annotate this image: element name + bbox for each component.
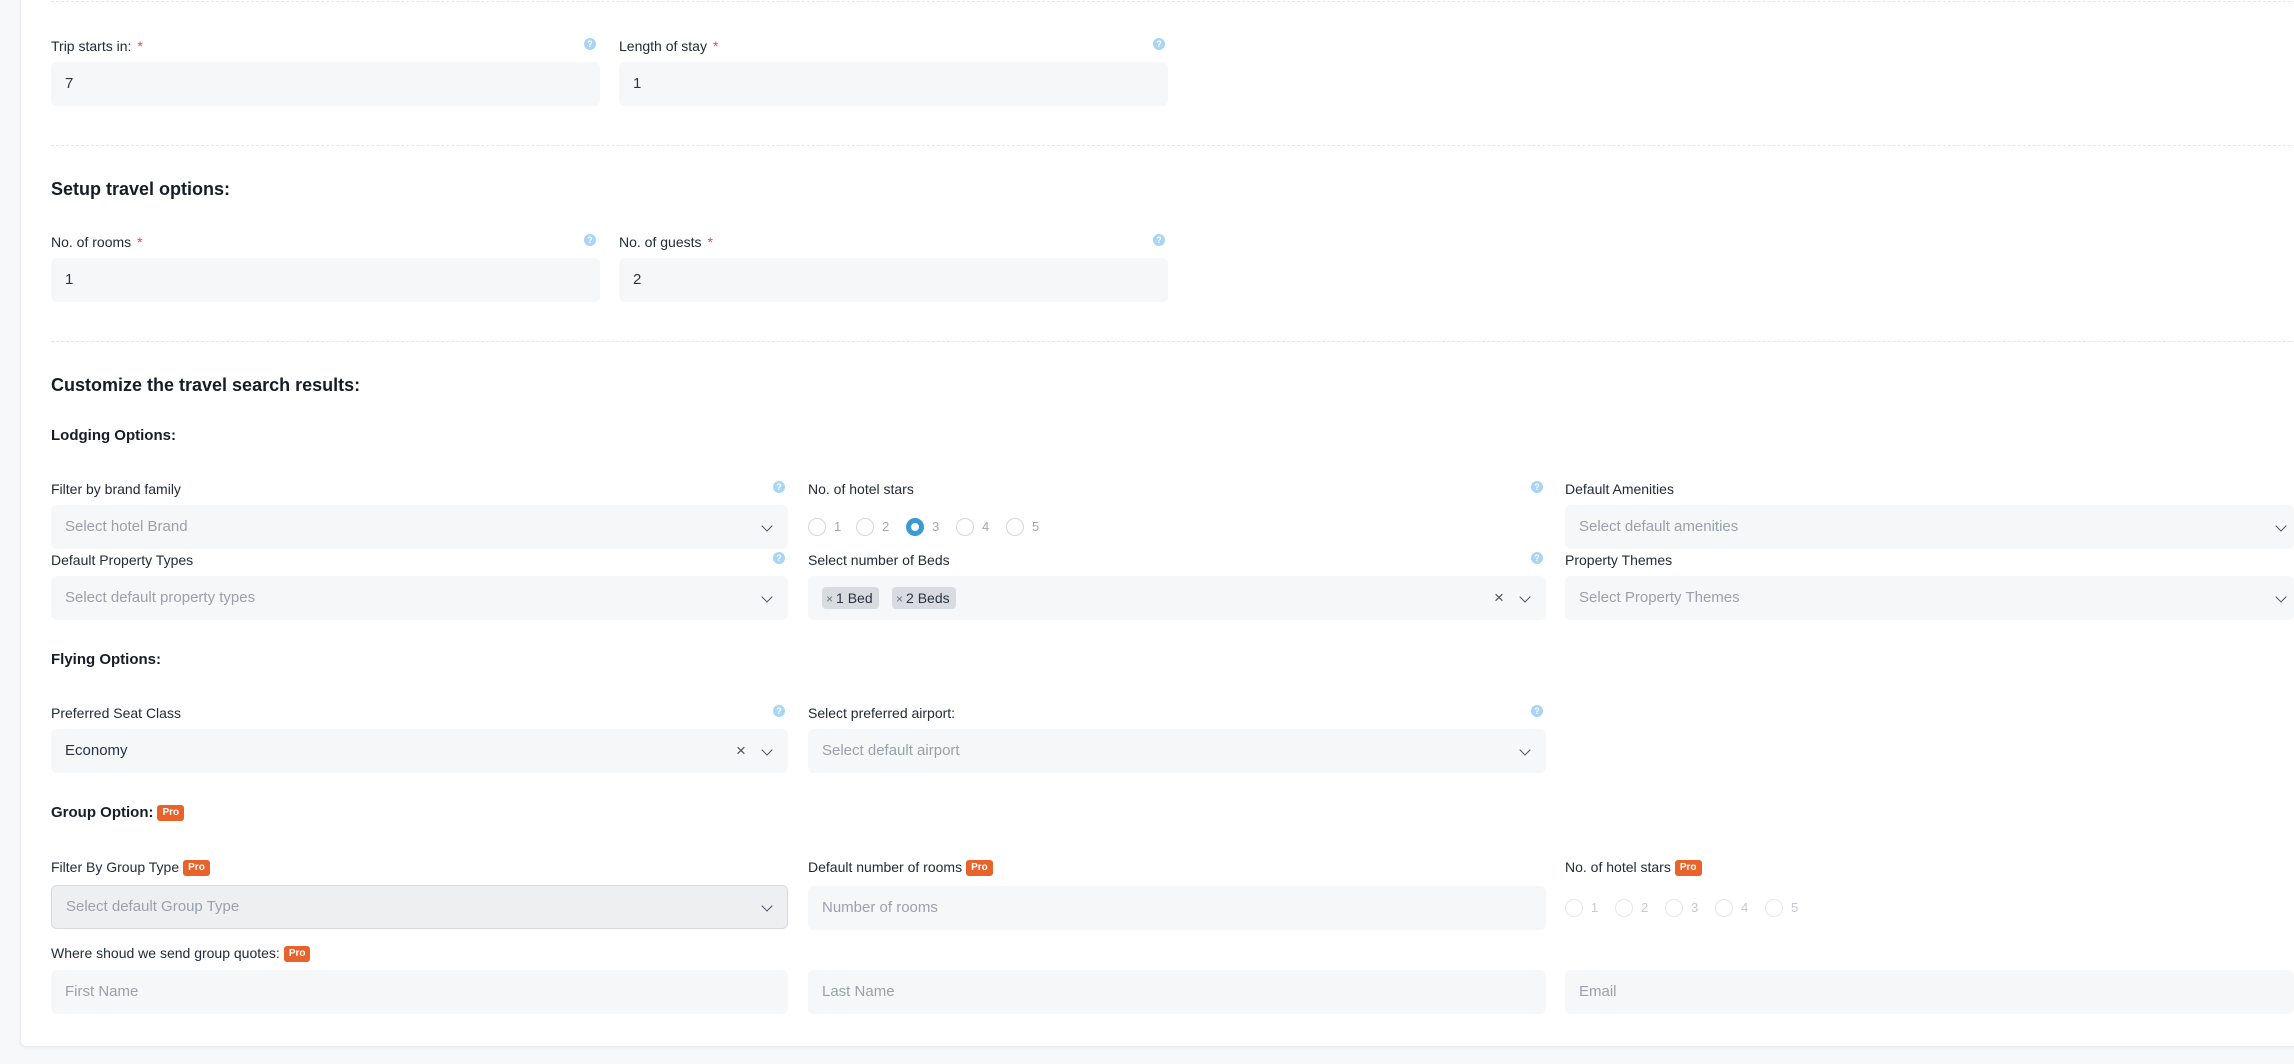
pro-badge: Pro <box>183 860 210 877</box>
first-name-input[interactable]: First Name <box>51 970 788 1014</box>
lodging-options-title: Lodging Options: <box>51 427 176 444</box>
group-option-title: Group Option: Pro <box>51 804 185 822</box>
chip-remove-icon[interactable]: × <box>826 592 833 606</box>
bed-chip[interactable]: × 2 Beds <box>892 587 956 609</box>
hotel-stars-radio-group: 1 2 3 4 5 <box>808 518 1068 538</box>
question-mark-icon[interactable]: ? <box>584 234 596 246</box>
question-mark-icon[interactable]: ? <box>1153 234 1165 246</box>
chevron-down-icon <box>761 520 773 532</box>
brand-select[interactable]: Select hotel Brand <box>51 505 788 549</box>
guests-label: No. of guests * <box>619 234 713 250</box>
chevron-down-icon <box>2275 520 2287 532</box>
email-input[interactable]: Email <box>1565 970 2294 1014</box>
rooms-input[interactable]: 1 <box>51 258 600 302</box>
pro-badge: Pro <box>966 860 993 877</box>
radio-button[interactable] <box>956 518 974 536</box>
property-types-select[interactable]: Select default property types <box>51 576 788 620</box>
beds-label: Select number of Beds <box>808 552 950 568</box>
close-icon[interactable]: × <box>736 729 746 773</box>
chevron-down-icon <box>761 744 773 756</box>
pro-badge: Pro <box>1674 860 1702 877</box>
group-rooms-label: Default number of rooms Pro <box>808 858 993 877</box>
section-divider <box>51 1 2294 2</box>
last-name-input[interactable]: Last Name <box>808 970 1546 1014</box>
pro-badge: Pro <box>157 805 185 822</box>
section-divider <box>51 341 2294 342</box>
airport-select[interactable]: Select default airport <box>808 729 1546 773</box>
property-types-label: Default Property Types <box>51 552 194 568</box>
themes-label: Property Themes <box>1565 552 1673 568</box>
close-icon[interactable]: × <box>1494 576 1504 620</box>
setup-section-title: Setup travel options: <box>51 179 231 199</box>
chevron-down-icon <box>2275 591 2287 603</box>
customize-section-title: Customize the travel search results: <box>51 375 361 395</box>
radio-button[interactable] <box>1715 899 1733 917</box>
group-quotes-label: Where shoud we send group quotes: Pro <box>51 944 311 963</box>
question-mark-icon[interactable]: ? <box>1531 481 1543 493</box>
seat-class-select[interactable]: Economy × <box>51 729 788 773</box>
trip-starts-label: Trip starts in: * <box>51 38 143 54</box>
group-type-label: Filter By Group Type Pro <box>51 858 210 877</box>
seat-class-label: Preferred Seat Class <box>51 705 181 721</box>
guests-input[interactable]: 2 <box>619 258 1168 302</box>
flying-options-title: Flying Options: <box>51 651 161 668</box>
chevron-down-icon <box>1519 591 1531 603</box>
length-of-stay-input[interactable]: 1 <box>619 62 1168 106</box>
chevron-down-icon <box>761 900 773 912</box>
beds-multiselect[interactable]: × 1 Bed × 2 Beds × <box>808 576 1546 620</box>
pro-badge: Pro <box>283 946 311 963</box>
rooms-label: No. of rooms * <box>51 234 143 250</box>
radio-button[interactable] <box>1006 518 1024 536</box>
radio-button[interactable] <box>808 518 826 536</box>
question-mark-icon[interactable]: ? <box>584 38 596 50</box>
question-mark-icon[interactable]: ? <box>1531 705 1543 717</box>
chevron-down-icon <box>1519 744 1531 756</box>
bed-chip[interactable]: × 1 Bed <box>822 587 879 609</box>
trip-starts-input[interactable]: 7 <box>51 62 600 106</box>
group-rooms-input[interactable]: Number of rooms <box>808 886 1546 930</box>
chip-remove-icon[interactable]: × <box>896 592 903 606</box>
radio-button[interactable] <box>1615 899 1633 917</box>
airport-label: Select preferred airport: <box>808 705 956 721</box>
radio-button[interactable] <box>856 518 874 536</box>
radio-button[interactable] <box>1665 899 1683 917</box>
chevron-down-icon <box>761 591 773 603</box>
themes-select[interactable]: Select Property Themes <box>1565 576 2294 620</box>
group-type-select[interactable]: Select default Group Type <box>51 885 788 929</box>
group-stars-label: No. of hotel stars Pro <box>1565 858 1702 877</box>
question-mark-icon[interactable]: ? <box>773 481 785 493</box>
question-mark-icon[interactable]: ? <box>1153 38 1165 50</box>
section-divider <box>51 145 2294 146</box>
length-of-stay-label: Length of stay * <box>619 38 719 54</box>
amenities-label: Default Amenities <box>1565 481 1674 497</box>
hotel-stars-label: No. of hotel stars <box>808 481 914 497</box>
radio-button[interactable] <box>1565 899 1583 917</box>
question-mark-icon[interactable]: ? <box>773 552 785 564</box>
question-mark-icon[interactable]: ? <box>1531 552 1543 564</box>
radio-button-selected[interactable] <box>906 518 924 536</box>
amenities-select[interactable]: Select default amenities <box>1565 505 2294 549</box>
question-mark-icon[interactable]: ? <box>773 705 785 717</box>
radio-button[interactable] <box>1765 899 1783 917</box>
group-stars-radio-group: 1 2 3 4 5 <box>1565 899 1825 919</box>
brand-family-label: Filter by brand family <box>51 481 181 497</box>
